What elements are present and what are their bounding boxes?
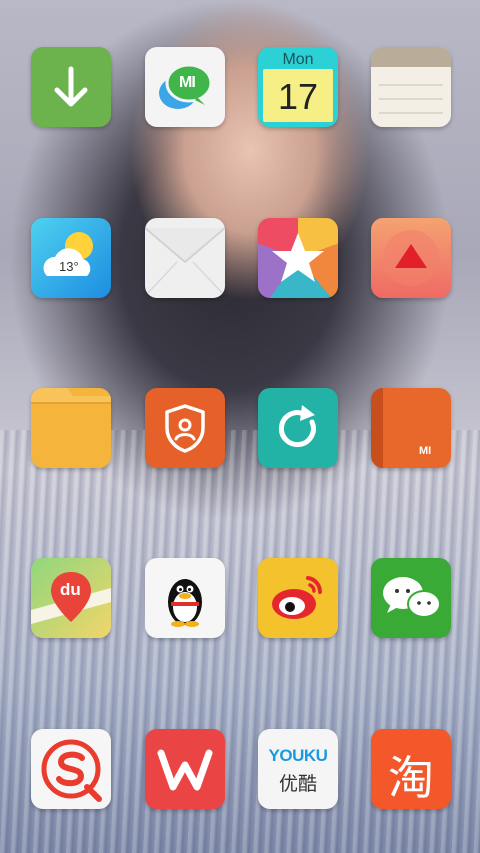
app-sogou-input[interactable] [31, 729, 111, 809]
app-backup[interactable] [258, 388, 338, 468]
taobao-glyph: 淘 [388, 751, 434, 805]
app-security[interactable] [145, 388, 225, 468]
app-weibo[interactable] [258, 558, 338, 638]
star-icon [272, 233, 324, 282]
penguin-icon [168, 579, 202, 627]
app-wechat[interactable] [371, 558, 451, 638]
app-youku[interactable]: YOUKU 优酷 [258, 729, 338, 809]
weather-temperature: 13° [59, 259, 79, 274]
app-wps-office[interactable] [145, 729, 225, 809]
app-mi-store[interactable]: MI [371, 388, 451, 468]
calendar-day: 17 [277, 76, 319, 117]
up-triangle-icon [383, 230, 439, 286]
app-taobao[interactable]: 淘 [371, 729, 451, 809]
envelope-icon [145, 227, 225, 297]
app-gallery[interactable] [258, 218, 338, 298]
sun-cloud-icon [43, 232, 93, 276]
folder-icon [31, 388, 111, 404]
app-notes[interactable] [371, 47, 451, 127]
app-calendar[interactable]: Mon 17 [258, 47, 338, 127]
shield-user-icon [165, 404, 205, 453]
sogou-s-icon [41, 739, 102, 802]
mi-talk-logo-text: MI [179, 74, 196, 91]
mi-store-logo-text: MI [419, 445, 432, 457]
app-updater[interactable] [371, 218, 451, 298]
app-email[interactable] [145, 218, 225, 298]
baidu-map-brand: du [60, 580, 81, 599]
app-mi-talk[interactable]: MI [145, 47, 225, 127]
refresh-arrow-icon [278, 405, 316, 448]
youku-brand-chinese: 优酷 [278, 774, 317, 795]
app-qq[interactable] [145, 558, 225, 638]
notepad-icon [371, 47, 451, 114]
app-baidu-map[interactable]: du [31, 558, 111, 638]
download-arrow-icon [54, 66, 88, 107]
app-file-manager[interactable] [31, 388, 111, 468]
youku-brand-latin: YOUKU [268, 746, 328, 765]
app-weather[interactable]: 13° [31, 218, 111, 298]
wechat-bubbles-icon [383, 577, 441, 618]
weibo-eye-icon [272, 576, 323, 619]
app-downloads[interactable] [31, 47, 111, 127]
calendar-weekday: Mon [282, 51, 314, 68]
wps-w-icon [157, 749, 213, 791]
